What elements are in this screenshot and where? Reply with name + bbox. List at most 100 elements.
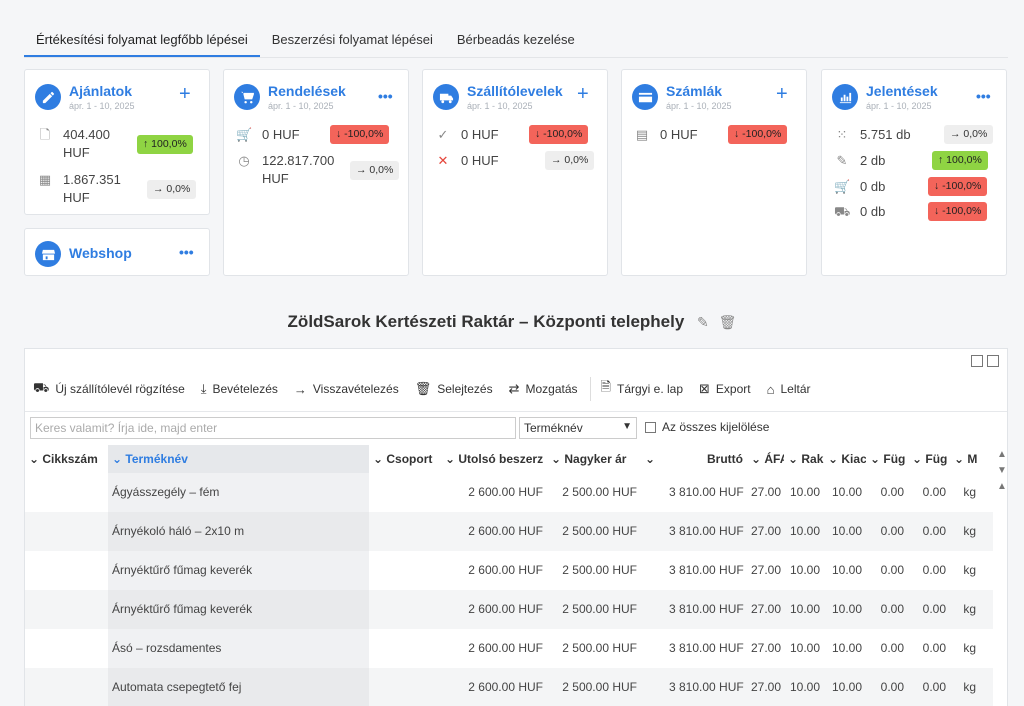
minimize-icon[interactable] bbox=[971, 355, 983, 367]
webshop-menu-button[interactable]: ••• bbox=[179, 244, 194, 260]
card-date: ápr. 1 - 10, 2025 bbox=[666, 101, 732, 111]
scroll-down-icon[interactable]: ▼ bbox=[997, 463, 1007, 479]
table-row[interactable]: Automata csepegtető fej 2 600.00 HUF 2 500… bbox=[25, 668, 993, 706]
cell-name: Árnyékoló háló – 2x10 m bbox=[108, 512, 369, 551]
column-header-vat[interactable]: ⌄ ÁFA bbox=[747, 445, 784, 473]
card-date: ápr. 1 - 10, 2025 bbox=[866, 101, 932, 111]
truck-icon: ⛟ bbox=[33, 380, 50, 395]
column-header-gross[interactable]: Bruttó bbox=[665, 445, 747, 473]
cell-sku bbox=[25, 668, 108, 706]
column-header-sku[interactable]: ⌄ Cikkszám bbox=[25, 445, 108, 473]
select-all[interactable]: Az összes kijelölése bbox=[645, 420, 769, 434]
cell-unit: kg bbox=[963, 563, 976, 577]
page-title: ZöldSarok Kertészeti Raktár – Központi t… bbox=[0, 312, 1024, 332]
search-input[interactable] bbox=[30, 417, 516, 439]
stat-row: ⛟ 0 db bbox=[834, 203, 885, 221]
cell-last-price: 2 600.00 HUF bbox=[468, 524, 543, 538]
stat-value: 0 HUF bbox=[660, 127, 698, 142]
table-row[interactable]: Ásó – rozsdamentes 2 600.00 HUF 2 500.00 H… bbox=[25, 629, 993, 668]
card-title[interactable]: Webshop bbox=[69, 244, 132, 262]
cell-name: Automata csepegtető fej bbox=[108, 668, 369, 706]
move-button[interactable]: ⇄ Mozgatás bbox=[509, 381, 578, 397]
column-header-unit[interactable]: ⌄ M bbox=[950, 445, 980, 473]
table-row[interactable]: Árnyékoló háló – 2x10 m 2 600.00 HUF 2 500… bbox=[25, 512, 993, 551]
add-delivery-note-button[interactable]: + bbox=[577, 84, 589, 104]
trash-icon: 🗑 bbox=[414, 381, 432, 396]
cell-f2: 0.00 bbox=[922, 524, 946, 538]
cell-name: Árnyéktűrő fűmag keverék bbox=[108, 551, 369, 590]
toolbar-divider bbox=[589, 377, 591, 401]
column-header-stock[interactable]: ⌄ Rak bbox=[784, 445, 824, 473]
maximize-icon[interactable] bbox=[987, 355, 999, 367]
stat-row: ✕ 0 HUF bbox=[435, 152, 499, 170]
column-header-out[interactable]: ⌄ Kiac bbox=[824, 445, 866, 473]
inventory-button[interactable]: ⌂ Leltár bbox=[767, 382, 811, 397]
cell-last-price: 2 600.00 HUF bbox=[468, 602, 543, 616]
card-title[interactable]: Jelentések bbox=[866, 82, 938, 100]
cell-sku bbox=[25, 551, 108, 590]
cell-f2: 0.00 bbox=[922, 680, 946, 694]
new-delivery-note-button[interactable]: ⛟ Új szállítólevél rögzítése bbox=[33, 380, 185, 398]
table-row[interactable]: Árnyéktűrő fűmag keverék 2 600.00 HUF 2 50… bbox=[25, 551, 993, 590]
scroll-up-icon[interactable]: ▲ bbox=[997, 447, 1007, 463]
reports-menu-button[interactable]: ••• bbox=[976, 88, 991, 104]
status-badge: → 0,0% bbox=[350, 161, 400, 180]
tab-purchase-process[interactable]: Beszerzési folyamat lépései bbox=[260, 26, 445, 57]
card-title[interactable]: Számlák bbox=[666, 82, 732, 100]
cell-gross: 3 810.00 HUF bbox=[669, 524, 744, 538]
cell-sku bbox=[25, 629, 108, 668]
cell-out: 10.00 bbox=[831, 563, 862, 577]
add-invoice-button[interactable]: + bbox=[776, 84, 788, 104]
toolbar: ⛟ Új szállítólevél rögzítése ⤓ Bevételezés… bbox=[33, 377, 827, 401]
search-field-select[interactable]: Terméknév ▼ bbox=[519, 417, 637, 439]
status-badge: → 0,0% bbox=[944, 125, 994, 144]
column-header-last-price[interactable]: ⌄ Utolsó beszerz bbox=[441, 445, 547, 473]
pencil-icon bbox=[35, 84, 61, 110]
cell-blank bbox=[641, 551, 665, 590]
cell-stock: 10.00 bbox=[789, 563, 820, 577]
cell-blank bbox=[641, 629, 665, 668]
card-title[interactable]: Rendelések bbox=[268, 82, 346, 100]
card-date: ápr. 1 - 10, 2025 bbox=[69, 101, 135, 111]
table-row[interactable]: Árnyéktűrő fűmag keverék 2 600.00 HUF 2 50… bbox=[25, 590, 993, 629]
scroll-up-icon[interactable]: ▲ bbox=[997, 479, 1007, 495]
cell-group bbox=[369, 551, 441, 590]
cell-out: 10.00 bbox=[831, 641, 862, 655]
cell-unit: kg bbox=[963, 602, 976, 616]
cell-f1: 0.00 bbox=[880, 563, 904, 577]
column-header-f2[interactable]: ⌄ Füg bbox=[908, 445, 950, 473]
select-all-checkbox[interactable] bbox=[645, 421, 656, 433]
receive-button[interactable]: ⤓ Bevételezés bbox=[201, 381, 278, 397]
bar-chart-icon bbox=[832, 84, 858, 110]
card-title[interactable]: Ajánlatok bbox=[69, 82, 135, 100]
home-icon: ⌂ bbox=[766, 381, 775, 397]
column-header-group[interactable]: ⌄ Csoport bbox=[369, 445, 441, 473]
add-offer-button[interactable]: + bbox=[179, 84, 191, 104]
column-header-name[interactable]: ⌄ Terméknév bbox=[108, 445, 369, 473]
orders-menu-button[interactable]: ••• bbox=[378, 88, 393, 104]
stat-row: 🛒 0 HUF bbox=[236, 126, 300, 144]
column-header-wholesale[interactable]: ⌄ Nagyker ár bbox=[547, 445, 641, 473]
card-title[interactable]: Szállítólevelek bbox=[467, 82, 563, 100]
cell-blank bbox=[641, 473, 665, 512]
table-row[interactable]: Ágyásszegély – fém 2 600.00 HUF 2 500.00 H… bbox=[25, 473, 993, 512]
card-szallitolevelek: Szállítólevelek ápr. 1 - 10, 2025 + ✓ 0 … bbox=[422, 69, 608, 276]
cell-f2: 0.00 bbox=[922, 563, 946, 577]
cell-group bbox=[369, 629, 441, 668]
cell-blank bbox=[641, 512, 665, 551]
column-header-f1[interactable]: ⌄ Füg bbox=[866, 445, 908, 473]
stat-row: ✎ 2 db bbox=[834, 152, 886, 170]
asset-sheet-button[interactable]: 🗎 Tárgyi e. lap bbox=[601, 378, 683, 400]
tab-rental[interactable]: Bérbeadás kezelése bbox=[445, 26, 587, 57]
column-header-blank[interactable]: ⌄ bbox=[641, 445, 665, 473]
edit-icon[interactable]: ✎ bbox=[697, 314, 709, 330]
scrollbar[interactable]: ▲ ▼ ▲ bbox=[997, 447, 1007, 495]
stat-row: 🛒 0 db bbox=[834, 178, 885, 196]
card-date: ápr. 1 - 10, 2025 bbox=[467, 101, 533, 111]
tab-sales-process[interactable]: Értékesítési folyamat legfőbb lépései bbox=[24, 26, 260, 57]
return-button[interactable]: → Visszavételezés bbox=[294, 382, 399, 397]
cell-sku bbox=[25, 473, 108, 512]
trash-icon[interactable]: 🗑 bbox=[719, 314, 737, 330]
scrap-button[interactable]: 🗑 Selejtezés bbox=[415, 381, 493, 397]
export-button[interactable]: ⊠ Export bbox=[699, 381, 751, 397]
